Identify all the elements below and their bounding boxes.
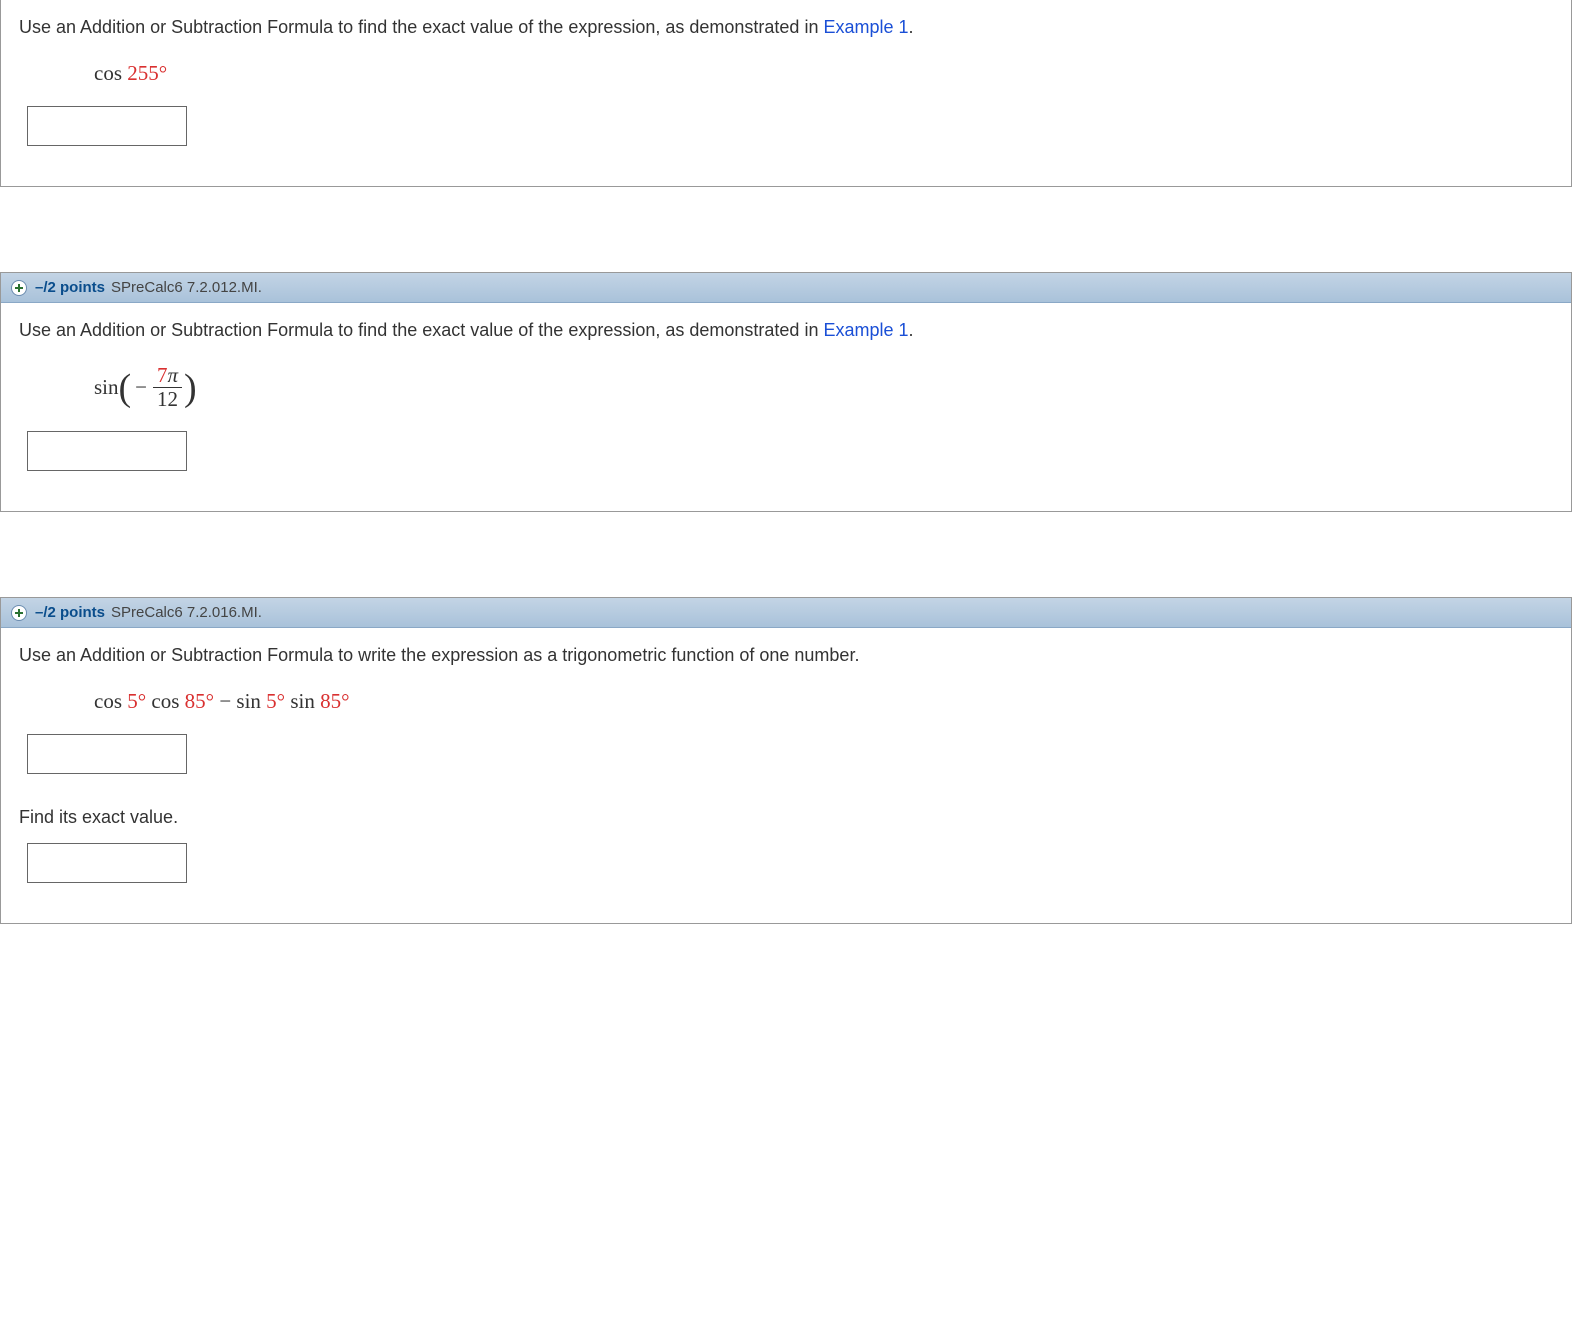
cos-label-1: cos	[94, 61, 127, 85]
points-text-3: –/2 points	[35, 604, 105, 621]
math-expression-1: cos 255°	[94, 61, 1553, 86]
question-block-1: Use an Addition or Subtraction Formula t…	[0, 0, 1572, 187]
example-link-2[interactable]: Example 1	[823, 320, 908, 340]
expr-t2b: 85°	[185, 689, 214, 713]
question-id-3: SPreCalc6 7.2.016.MI.	[111, 604, 262, 621]
question-body-2: Use an Addition or Subtraction Formula t…	[1, 303, 1571, 511]
right-paren-2: )	[184, 369, 197, 407]
expr-t1b: 5°	[127, 689, 146, 713]
question-block-3: –/2 points SPreCalc6 7.2.016.MI. Use an …	[0, 597, 1572, 924]
instruction-text-2b: .	[909, 320, 914, 340]
question-block-2: –/2 points SPreCalc6 7.2.012.MI. Use an …	[0, 272, 1572, 512]
example-link-1[interactable]: Example 1	[823, 17, 908, 37]
question-header-2: –/2 points SPreCalc6 7.2.012.MI.	[1, 273, 1571, 303]
fraction-2: 7π 12	[153, 364, 182, 411]
expr-t3b: 5°	[266, 689, 285, 713]
expr-t4b: 85°	[320, 689, 349, 713]
frac-num-pi-2: π	[168, 363, 179, 387]
expr-t4a: sin	[285, 689, 320, 713]
expr-t3a: sin	[236, 689, 266, 713]
question-body-3: Use an Addition or Subtraction Formula t…	[1, 628, 1571, 923]
frac-num-coef-2: 7	[157, 363, 168, 387]
question-id-2: SPreCalc6 7.2.012.MI.	[111, 279, 262, 296]
sin-label-2: sin	[94, 375, 119, 400]
instruction-text-1a: Use an Addition or Subtraction Formula t…	[19, 17, 823, 37]
instruction-text-1b: .	[909, 17, 914, 37]
points-text-2: –/2 points	[35, 279, 105, 296]
question-body-1: Use an Addition or Subtraction Formula t…	[1, 0, 1571, 186]
expand-icon-3[interactable]	[11, 605, 27, 621]
cos-value-1: 255°	[127, 61, 167, 85]
minus-sign-2: −	[135, 375, 147, 400]
answer-input-2[interactable]	[27, 431, 187, 471]
left-paren-2: (	[119, 369, 132, 407]
answer-input-3b[interactable]	[27, 843, 187, 883]
expr-minus: −	[214, 689, 236, 713]
math-expression-3: cos 5° cos 85° − sin 5° sin 85°	[94, 689, 1553, 714]
sub-instruction-3: Find its exact value.	[19, 804, 1553, 831]
instruction-3: Use an Addition or Subtraction Formula t…	[19, 642, 1553, 669]
expr-t1a: cos	[94, 689, 127, 713]
frac-den-2: 12	[153, 388, 182, 411]
expr-t2a: cos	[146, 689, 185, 713]
instruction-1: Use an Addition or Subtraction Formula t…	[19, 14, 1553, 41]
answer-input-3a[interactable]	[27, 734, 187, 774]
answer-input-1[interactable]	[27, 106, 187, 146]
instruction-2: Use an Addition or Subtraction Formula t…	[19, 317, 1553, 344]
instruction-text-2a: Use an Addition or Subtraction Formula t…	[19, 320, 823, 340]
math-expression-2: sin(− 7π 12 )	[94, 364, 1553, 411]
question-header-3: –/2 points SPreCalc6 7.2.016.MI.	[1, 598, 1571, 628]
expand-icon-2[interactable]	[11, 280, 27, 296]
